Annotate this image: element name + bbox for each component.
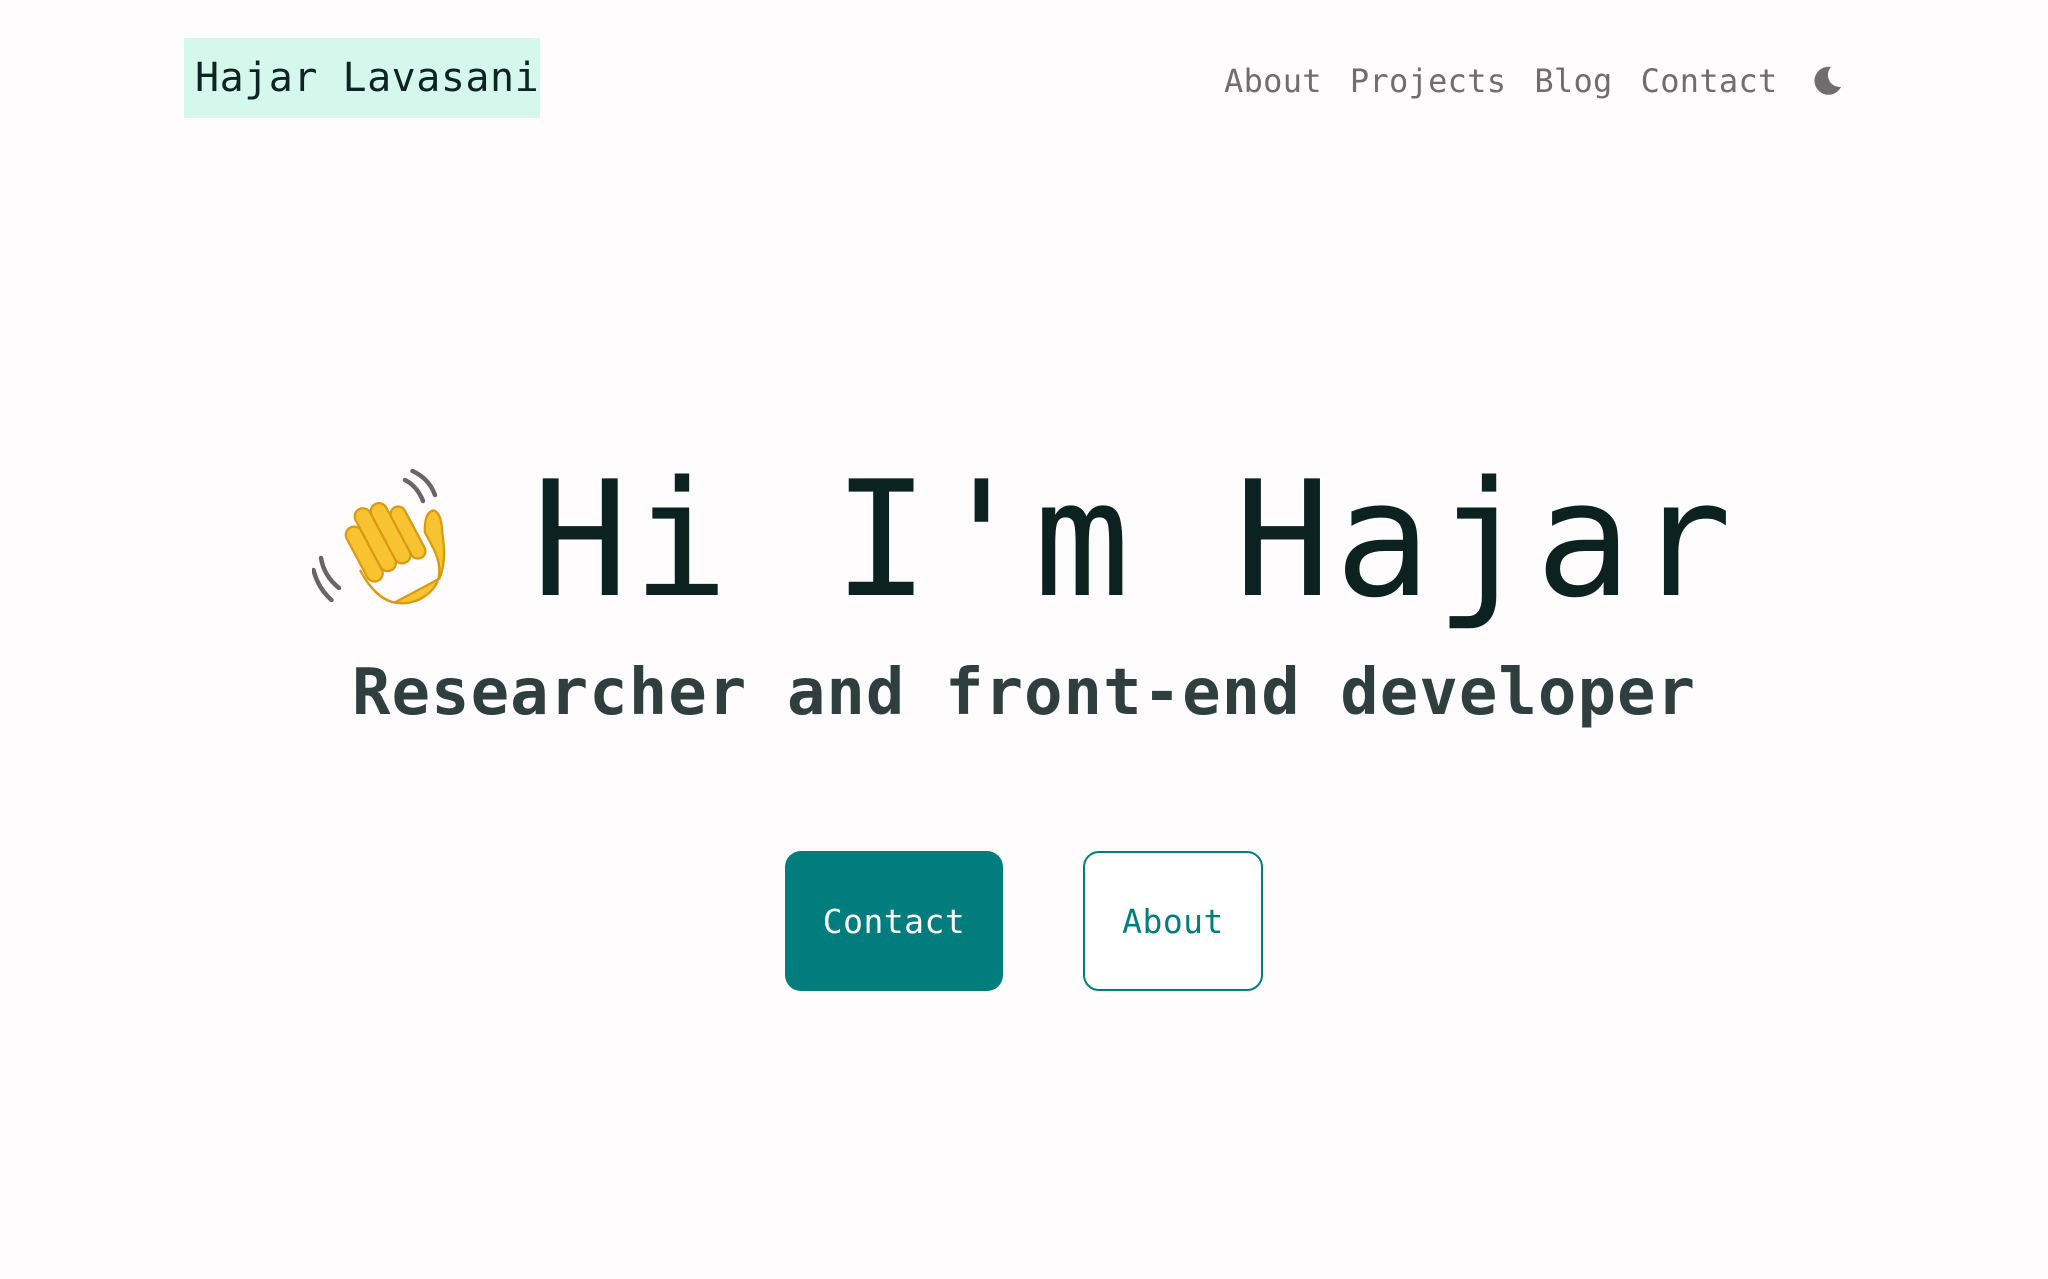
nav-link-projects[interactable]: Projects	[1350, 62, 1507, 100]
about-button[interactable]: About	[1083, 851, 1263, 991]
nav-link-contact[interactable]: Contact	[1641, 62, 1778, 100]
hero-subtitle: Researcher and front-end developer	[351, 656, 1697, 730]
waving-hand-icon	[312, 468, 446, 605]
moon-icon	[1814, 66, 1841, 95]
hero-headline-text: Hi I'm Hajar	[532, 446, 1736, 633]
hero-buttons: Contact About	[0, 851, 2048, 991]
nav-link-blog[interactable]: Blog	[1534, 62, 1612, 100]
hero-section: Hi I'm Hajar Researcher and front-end de…	[0, 440, 2048, 730]
main-nav: About Projects Blog Contact	[1224, 56, 1844, 106]
site-logo-link[interactable]: Hajar Lavasani	[184, 38, 540, 118]
nav-link-about[interactable]: About	[1224, 62, 1322, 100]
site-header: Hajar Lavasani About Projects Blog Conta…	[0, 0, 2048, 160]
contact-button[interactable]: Contact	[785, 851, 1003, 991]
theme-toggle-button[interactable]	[1810, 64, 1844, 98]
hero-headline: Hi I'm Hajar	[0, 440, 2048, 640]
